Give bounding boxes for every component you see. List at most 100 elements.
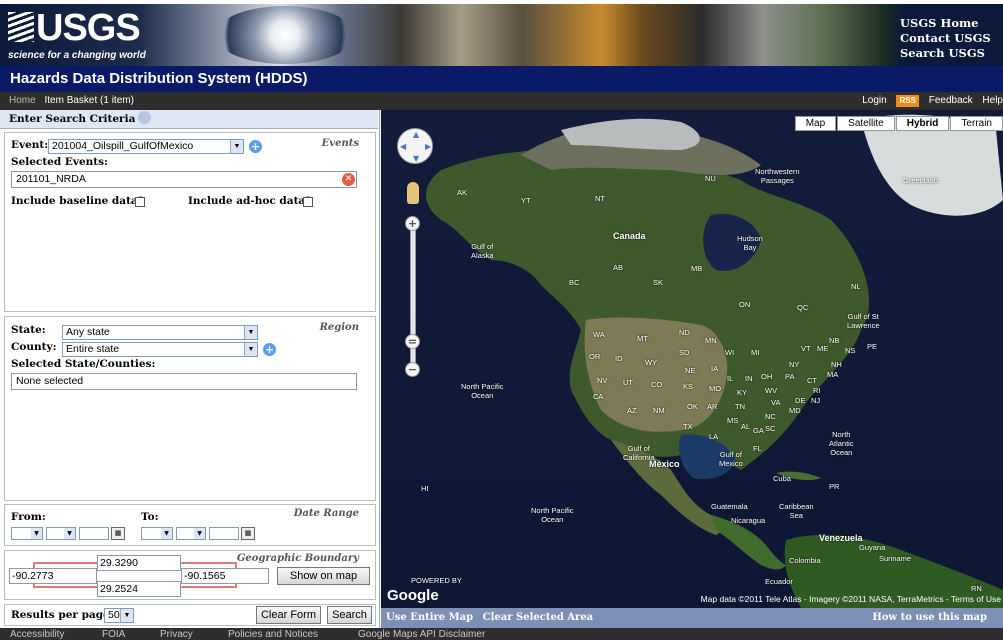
nav-bar: Home Item Basket (1 item) Login RSS Feed… bbox=[0, 92, 1003, 110]
contact-usgs-link[interactable]: Contact USGS bbox=[900, 31, 991, 46]
info-icon[interactable] bbox=[138, 111, 152, 124]
adhoc-checkbox[interactable] bbox=[303, 197, 313, 207]
rss-icon[interactable]: RSS bbox=[896, 95, 919, 107]
label-venezuela: Venezuela bbox=[819, 533, 863, 543]
selected-events-list[interactable]: 201101_NRDA bbox=[11, 171, 357, 188]
label-tx: TX bbox=[683, 422, 693, 431]
item-basket-link[interactable]: Item Basket (1 item) bbox=[44, 95, 133, 106]
footer-foia[interactable]: FOIA bbox=[102, 628, 125, 640]
label-sc: SC bbox=[765, 424, 776, 433]
login-link[interactable]: Login bbox=[862, 95, 886, 106]
label-gulf-mexico: Gulf of Mexico bbox=[719, 450, 743, 468]
chevron-down-icon: ▼ bbox=[194, 528, 205, 539]
county-select[interactable]: Entire state ▼ bbox=[62, 342, 258, 357]
label-tn: TN bbox=[735, 402, 745, 411]
label-nu: NU bbox=[705, 174, 716, 183]
home-link[interactable]: Home bbox=[9, 95, 36, 106]
date-range-title: Date Range bbox=[293, 508, 359, 519]
label-de: DE bbox=[795, 396, 806, 405]
label-colombia: Colombia bbox=[789, 556, 821, 565]
label-gulf-california: Gulf of California bbox=[623, 444, 655, 462]
state-select[interactable]: Any state ▼ bbox=[62, 325, 258, 340]
usgs-logo[interactable]: USGS science for a changing world bbox=[8, 8, 146, 61]
clear-form-button[interactable]: Clear Form bbox=[256, 606, 321, 624]
north-coordinate-input[interactable]: 29.3290 bbox=[97, 555, 181, 571]
to-calendar-icon[interactable]: ▦ bbox=[241, 527, 255, 540]
label-md: MD bbox=[789, 406, 801, 415]
label-nj: NJ bbox=[811, 396, 821, 405]
label-sk: SK bbox=[653, 278, 664, 287]
label-ia: IA bbox=[711, 364, 719, 373]
selected-counties-list[interactable]: None selected bbox=[11, 373, 357, 390]
search-usgs-link[interactable]: Search USGS bbox=[900, 46, 991, 61]
zoom-out-button[interactable]: − bbox=[405, 362, 420, 377]
banner-image bbox=[0, 4, 1003, 66]
to-year-field[interactable] bbox=[209, 527, 239, 540]
south-coordinate-input[interactable]: 29.2524 bbox=[97, 581, 181, 597]
pan-up-icon[interactable]: ▲ bbox=[413, 130, 419, 139]
zoom-handle[interactable]: = bbox=[405, 334, 420, 349]
region-section: Region State: Any state ▼ County: Entire … bbox=[4, 316, 376, 501]
zoom-in-button[interactable]: + bbox=[405, 216, 420, 231]
clear-selected-area-link[interactable]: Clear Selected Area bbox=[483, 612, 594, 623]
label-nv: NV bbox=[597, 376, 608, 385]
footer: Accessibility FOIA Privacy Policies and … bbox=[0, 628, 1003, 640]
map-type-hybrid[interactable]: Hybrid bbox=[895, 116, 950, 131]
map-type-controls: Map Satellite Hybrid Terrain bbox=[794, 116, 1003, 131]
help-link[interactable]: Help bbox=[982, 95, 1003, 106]
map-attribution[interactable]: Map data ©2011 Tele Atlas - Imagery ©201… bbox=[701, 594, 1001, 604]
add-county-icon[interactable]: + bbox=[263, 343, 276, 356]
label-qc: QC bbox=[797, 303, 809, 312]
search-panel: Enter Search Criteria Events Event: 2010… bbox=[0, 110, 380, 628]
east-coordinate-input[interactable]: -90.1565 bbox=[181, 568, 269, 584]
label-ca: CA bbox=[593, 392, 604, 401]
usgs-home-link[interactable]: USGS Home bbox=[900, 16, 991, 31]
from-day-select[interactable]: ▼ bbox=[46, 527, 76, 540]
show-on-map-button[interactable]: Show on map bbox=[277, 567, 370, 585]
label-nicaragua: Nicaragua bbox=[731, 516, 766, 525]
label-northwestern-passages: Northwestern Passages bbox=[755, 167, 800, 185]
to-month-select[interactable]: ▼ bbox=[141, 527, 173, 540]
pan-left-icon[interactable]: ◀ bbox=[400, 142, 406, 151]
baseline-checkbox[interactable] bbox=[135, 197, 145, 207]
google-logo[interactable]: Google bbox=[387, 587, 439, 604]
feedback-link[interactable]: Feedback bbox=[929, 95, 973, 106]
map-type-terrain[interactable]: Terrain bbox=[950, 116, 1003, 131]
map-view[interactable]: Map Satellite Hybrid Terrain ▲ ▼ ◀ ▶ + =… bbox=[381, 110, 1003, 608]
from-calendar-icon[interactable]: ▦ bbox=[111, 527, 125, 540]
label-ak: AK bbox=[457, 188, 468, 197]
usgs-tagline: science for a changing world bbox=[8, 50, 146, 61]
chevron-down-icon: ▼ bbox=[244, 326, 257, 339]
pan-right-icon[interactable]: ▶ bbox=[425, 142, 431, 151]
west-coordinate-input[interactable]: -90.2773 bbox=[9, 568, 97, 584]
footer-privacy[interactable]: Privacy bbox=[160, 628, 193, 640]
label-ky: KY bbox=[737, 388, 748, 397]
label-caribbean: Caribbean Sea bbox=[779, 502, 814, 520]
results-per-page-select[interactable]: 50 ▼ bbox=[104, 608, 134, 623]
label-ok: OK bbox=[687, 402, 698, 411]
map-type-satellite[interactable]: Satellite bbox=[837, 116, 895, 131]
footer-accessibility[interactable]: Accessibility bbox=[10, 628, 64, 640]
hurricane-image bbox=[215, 6, 355, 64]
use-entire-map-link[interactable]: Use Entire Map bbox=[386, 612, 473, 623]
street-view-pegman-icon[interactable] bbox=[407, 182, 419, 204]
search-button[interactable]: Search bbox=[327, 606, 372, 624]
add-event-icon[interactable]: + bbox=[249, 140, 262, 153]
how-to-use-map-link[interactable]: How to use this map bbox=[872, 608, 987, 628]
map-type-map[interactable]: Map bbox=[794, 116, 837, 131]
footer-policies[interactable]: Policies and Notices bbox=[228, 628, 318, 640]
label-wi: WI bbox=[725, 348, 735, 357]
event-label: Event: bbox=[11, 139, 49, 151]
from-year-field[interactable] bbox=[79, 527, 109, 540]
pan-control[interactable]: ▲ ▼ ◀ ▶ bbox=[397, 128, 433, 164]
pan-down-icon[interactable]: ▼ bbox=[413, 154, 419, 163]
event-select[interactable]: 201004_Oilspill_GulfOfMexico ▼ bbox=[48, 139, 244, 154]
label-fl: FL bbox=[753, 444, 762, 453]
from-month-select[interactable]: ▼ bbox=[11, 527, 43, 540]
chevron-down-icon: ▼ bbox=[64, 528, 75, 539]
footer-google-disclaimer[interactable]: Google Maps API Disclaimer bbox=[358, 628, 485, 640]
usgs-banner: USGS science for a changing world USGS H… bbox=[0, 0, 1003, 66]
label-pe: PE bbox=[867, 342, 878, 351]
remove-event-icon[interactable]: ✕ bbox=[342, 173, 355, 186]
to-day-select[interactable]: ▼ bbox=[176, 527, 206, 540]
